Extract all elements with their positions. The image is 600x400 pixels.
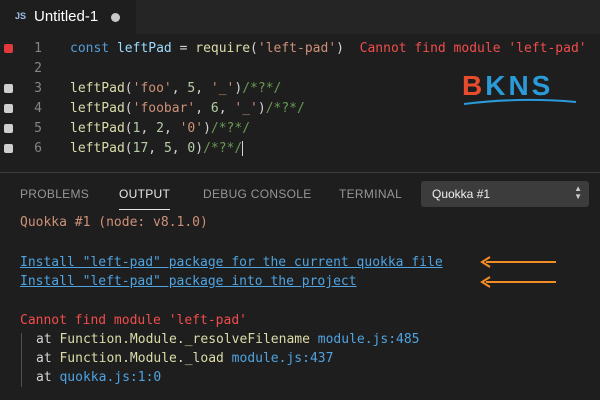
- code-token: leftPad: [116, 41, 172, 56]
- code-token: 'left-pad': [257, 41, 337, 56]
- gutter-status-marker-icon[interactable]: [4, 124, 13, 133]
- code-token: /*?*/: [203, 141, 243, 156]
- gutter-status-marker-icon[interactable]: [4, 144, 13, 153]
- install-into-project-link[interactable]: Install "left-pad" package into the proj…: [20, 274, 357, 290]
- code-token: '_': [234, 101, 258, 116]
- stack-file-link[interactable]: quokka.js:1:0: [59, 370, 161, 385]
- code-token: /*?*/: [210, 121, 251, 136]
- tab-untitled-1[interactable]: JS Untitled-1: [0, 0, 136, 34]
- code-token: /*?*/: [265, 101, 305, 116]
- code-token: (: [250, 41, 258, 56]
- code-token: ): [336, 41, 344, 56]
- stack-file-link[interactable]: module.js:485: [318, 332, 420, 347]
- code-token: (: [124, 121, 133, 136]
- tab-problems[interactable]: PROBLEMS: [20, 187, 89, 201]
- code-token: ): [257, 101, 266, 116]
- unsaved-dot-icon[interactable]: [111, 13, 120, 22]
- stack-frame: at Function.Module._resolveFilename modu…: [36, 332, 420, 348]
- code-token: leftPad: [70, 81, 125, 96]
- code-text[interactable]: leftPad('foobar', 6, '_')/*?*/: [70, 99, 305, 119]
- gutter-status-marker-icon[interactable]: [4, 104, 13, 113]
- bottom-panel: PROBLEMS OUTPUT DEBUG CONSOLE TERMINAL Q…: [0, 172, 600, 400]
- code-token: '0': [179, 121, 204, 136]
- code-line[interactable]: 5 leftPad(1, 2, '0')/*?*/: [0, 119, 600, 139]
- code-token: ,: [148, 141, 164, 156]
- code-token: 5: [163, 141, 172, 156]
- code-text[interactable]: leftPad('foo', 5, '_')/*?*/: [70, 79, 281, 99]
- stack-function: Function.Module._resolveFilename: [59, 332, 318, 347]
- stack-function: Function.Module._load: [59, 351, 232, 366]
- code-token: ,: [171, 81, 188, 96]
- code-token: ,: [140, 121, 157, 136]
- code-token: (: [124, 81, 133, 96]
- code-token: leftPad: [70, 121, 125, 136]
- code-token: ,: [195, 81, 211, 96]
- logo-swoosh-icon: [463, 98, 577, 105]
- code-token: /*?*/: [242, 81, 282, 96]
- code-token: (: [124, 141, 133, 156]
- bkns-logo: BKNS: [462, 72, 582, 106]
- line-number: 4: [34, 101, 42, 116]
- code-token: ,: [171, 141, 188, 156]
- code-token: 'foo': [132, 81, 172, 96]
- code-token: 'foobar': [132, 101, 196, 116]
- code-token: const: [70, 41, 117, 56]
- code-token: leftPad: [70, 141, 125, 156]
- output-channel-select[interactable]: Quokka #1 ▲ ▼: [421, 181, 589, 207]
- tab-output[interactable]: OUTPUT: [119, 187, 171, 210]
- gutter-status-marker-icon[interactable]: [4, 44, 13, 53]
- tab-debug-console[interactable]: DEBUG CONSOLE: [203, 187, 312, 201]
- editor-tab-bar: JS Untitled-1: [0, 0, 600, 34]
- code-token: require: [195, 41, 251, 56]
- code-token: ): [195, 141, 204, 156]
- code-token: ,: [163, 121, 180, 136]
- logo-letters-kns: KNS: [485, 70, 554, 101]
- stack-frame: at quokka.js:1:0: [36, 370, 161, 386]
- code-text[interactable]: leftPad(1, 2, '0')/*?*/: [70, 119, 250, 139]
- code-token: ,: [218, 101, 235, 116]
- gutter-status-marker-icon[interactable]: [4, 84, 13, 93]
- pointer-arrow-icon: [480, 256, 556, 268]
- logo-letter-b: B: [462, 70, 486, 101]
- line-number: 6: [34, 141, 42, 156]
- line-number: 3: [34, 81, 42, 96]
- output-channel-value: Quokka #1: [432, 187, 491, 201]
- pointer-arrow-icon: [480, 276, 556, 288]
- code-token: 17: [132, 141, 149, 156]
- code-token: (: [124, 101, 133, 116]
- code-token: 2: [156, 121, 164, 136]
- code-line[interactable]: 6 leftPad(17, 5, 0)/*?*/: [0, 139, 600, 159]
- code-token: ,: [195, 101, 211, 116]
- javascript-file-icon: JS: [15, 11, 27, 21]
- updown-chevron-icon: ▲ ▼: [574, 184, 582, 201]
- stack-at: at: [36, 370, 60, 385]
- error-title: Cannot find module 'left-pad': [20, 313, 247, 328]
- text-cursor: [242, 141, 244, 156]
- stack-frame: at Function.Module._load module.js:437: [36, 351, 333, 367]
- line-number: 1: [34, 41, 42, 56]
- inline-error-message: Cannot find module 'left-pad': [343, 41, 587, 56]
- stack-at: at: [36, 332, 60, 347]
- code-token: =: [171, 41, 196, 56]
- stack-at: at: [36, 351, 60, 366]
- code-text[interactable]: const leftPad = require('left-pad') Cann…: [70, 39, 587, 59]
- code-line[interactable]: 1 const leftPad = require('left-pad') Can…: [0, 39, 600, 59]
- code-text[interactable]: leftPad(17, 5, 0)/*?*/: [70, 139, 244, 159]
- code-token: ): [203, 121, 211, 136]
- logo-wordmark: BKNS: [462, 72, 553, 100]
- line-number: 5: [34, 121, 42, 136]
- tab-terminal[interactable]: TERMINAL: [339, 187, 402, 201]
- code-token: '_': [210, 81, 235, 96]
- install-for-quokka-file-link[interactable]: Install "left-pad" package for the curre…: [20, 255, 443, 271]
- stack-file-link[interactable]: module.js:437: [232, 351, 334, 366]
- tab-title: Untitled-1: [34, 8, 99, 25]
- stack-trace-divider: [21, 333, 22, 387]
- line-number: 2: [34, 61, 42, 76]
- code-token: leftPad: [70, 101, 125, 116]
- code-token: 6: [210, 101, 219, 116]
- output-header: Quokka #1 (node: v8.1.0): [20, 215, 208, 230]
